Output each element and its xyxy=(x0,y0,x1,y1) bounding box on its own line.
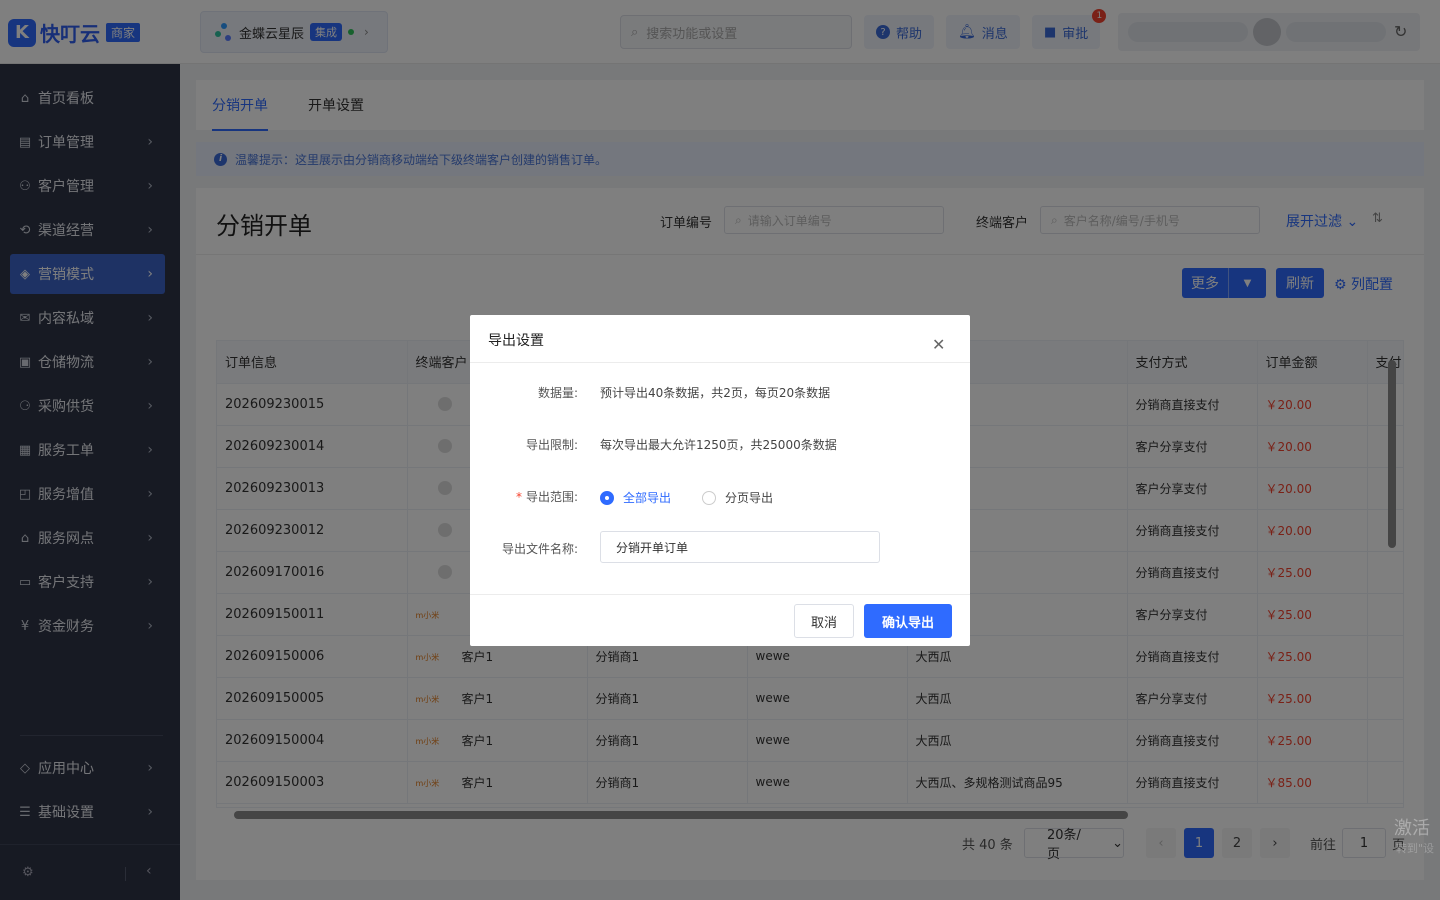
export-range-label: * 导出范围: xyxy=(470,488,578,505)
confirm-export-button[interactable]: 确认导出 xyxy=(864,604,952,638)
dialog-divider xyxy=(470,594,970,595)
radio-label: 全部导出 xyxy=(623,491,672,505)
export-range-text: 导出范围: xyxy=(525,490,578,504)
watermark: 激活 xyxy=(1394,818,1430,839)
data-volume-value: 预计导出40条数据，共2页，每页20条数据 xyxy=(600,386,831,400)
data-volume-label: 数据量: xyxy=(537,386,578,400)
dialog-title: 导出设置 xyxy=(488,333,544,349)
radio-label: 分页导出 xyxy=(725,491,774,505)
radio-export-page[interactable]: 分页导出 xyxy=(702,489,773,506)
export-limit-value: 每次导出最大允许1250页，共25000条数据 xyxy=(600,438,837,452)
filename-input[interactable] xyxy=(600,531,880,563)
dialog-header: 导出设置 ✕ xyxy=(470,315,970,363)
filename-label: 导出文件名称: xyxy=(501,542,578,556)
radio-dot[interactable] xyxy=(702,490,716,505)
export-settings-dialog: 导出设置 ✕ 数据量: 预计导出40条数据，共2页，每页20条数据 导出限制: … xyxy=(470,315,970,646)
required-mark: * xyxy=(515,490,522,504)
cancel-button[interactable]: 取消 xyxy=(794,604,854,638)
watermark-sub: 转到"设 xyxy=(1396,842,1435,855)
radio-export-all[interactable]: 全部导出 xyxy=(600,489,671,506)
export-limit-label: 导出限制: xyxy=(525,438,578,452)
radio-dot[interactable] xyxy=(600,490,614,505)
close-icon[interactable]: ✕ xyxy=(932,335,945,354)
